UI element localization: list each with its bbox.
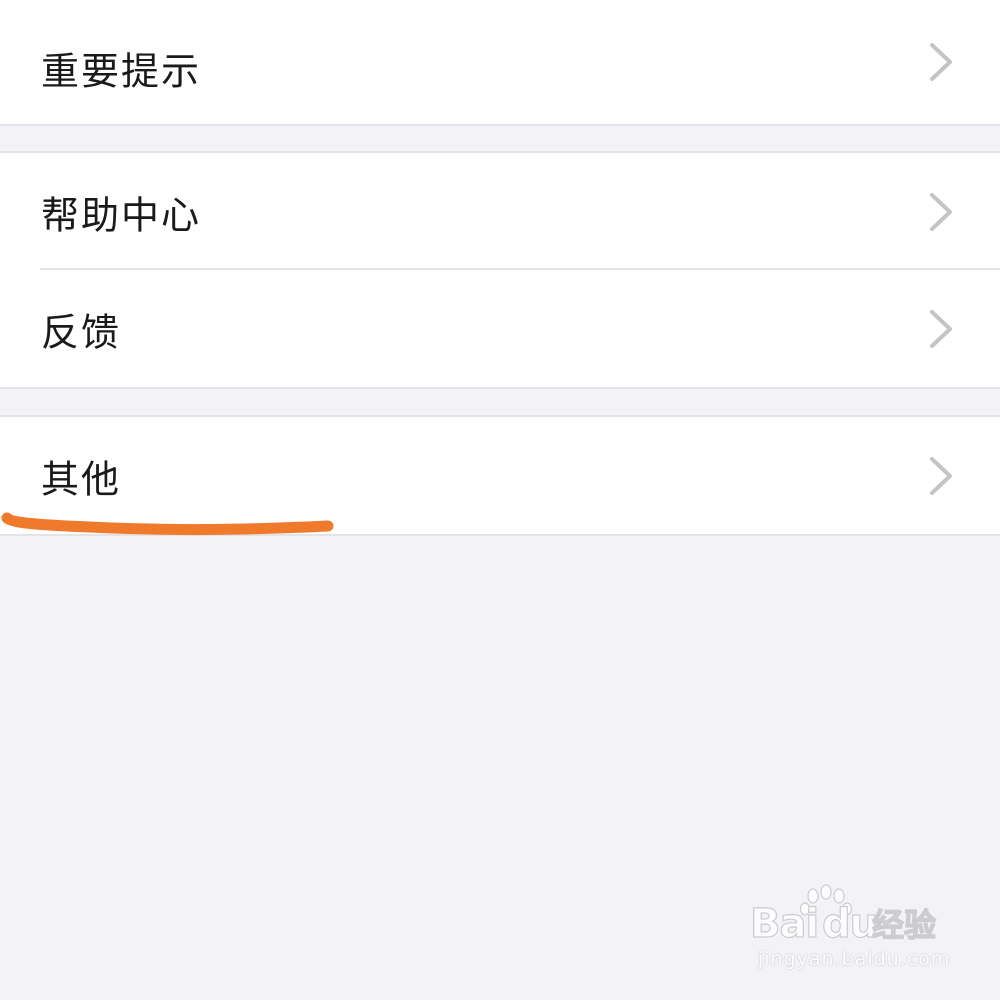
row-label: 其他 [41, 457, 122, 501]
settings-group-1: 重要提示 [0, 0, 1000, 126]
row-label: 重要提示 [41, 49, 202, 94]
chevron-right-icon [930, 309, 952, 348]
svg-text:Bai: Bai [750, 901, 818, 947]
row-label: 帮助中心 [41, 193, 202, 237]
chevron-right-icon [930, 192, 952, 231]
row-label: 反馈 [41, 310, 122, 354]
settings-group-2: 帮助中心 反馈 [0, 151, 1000, 389]
row-other[interactable]: 其他 [0, 417, 1000, 534]
baidu-jingyan-watermark: Bai du 经验 jingyan.baidu.com [750, 882, 950, 982]
chevron-right-icon [930, 456, 952, 495]
settings-group-3: 其他 [0, 415, 1000, 536]
row-feedback[interactable]: 反馈 [0, 270, 1000, 387]
row-help-center[interactable]: 帮助中心 [0, 153, 1000, 270]
watermark-url: jingyan.baidu.com [758, 948, 951, 970]
svg-text:du: du [822, 901, 877, 947]
svg-text:经验: 经验 [872, 906, 936, 944]
row-important-notice[interactable]: 重要提示 [0, 0, 1000, 124]
baidu-logo-icon: Bai du 经验 [750, 884, 937, 948]
chevron-right-icon [930, 43, 952, 81]
